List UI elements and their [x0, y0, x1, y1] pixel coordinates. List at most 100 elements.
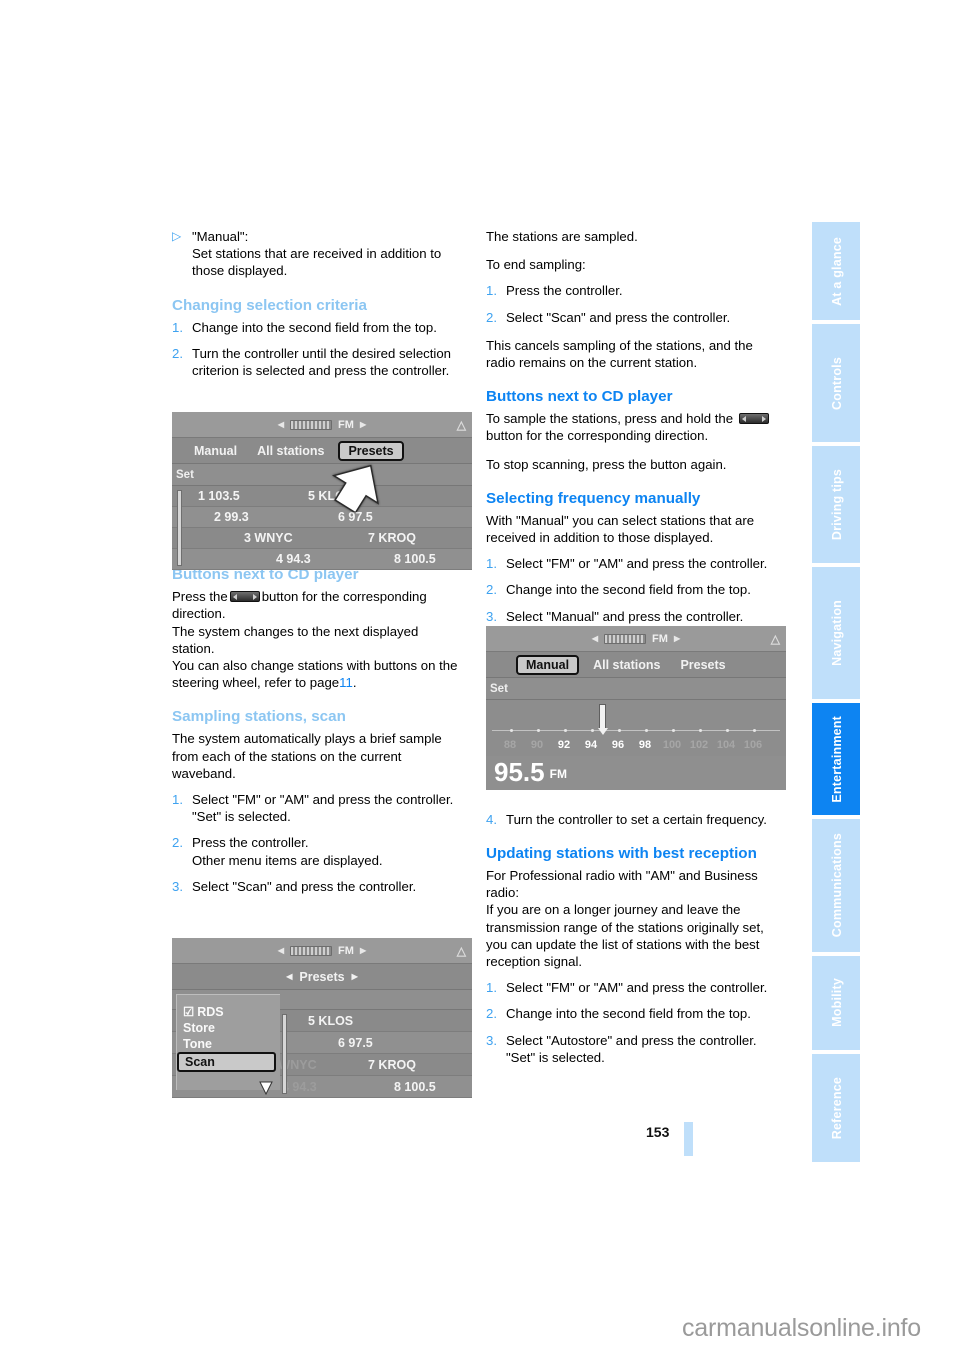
- cancel-sampling-text: This cancels sampling of the stations, a…: [486, 337, 753, 371]
- scale-tick: [537, 729, 540, 732]
- prev-arrow-icon[interactable]: ◀: [278, 420, 284, 429]
- stations-sampled-line: The stations are sampled.: [486, 229, 638, 244]
- radio-status-bar: ◀ FM ▶ △: [172, 938, 472, 964]
- context-menu-popup: ☑ RDS Store Tone Scan: [176, 994, 280, 1096]
- set-label: Set: [490, 682, 508, 695]
- menu-item-presets[interactable]: Presets: [670, 658, 735, 672]
- tab-label: Driving tips: [830, 468, 844, 540]
- page-reference-link[interactable]: 11: [339, 675, 353, 690]
- step-text-group: Press the controller. Other menu items a…: [192, 834, 460, 868]
- manual-page: At a glance Controls Driving tips Naviga…: [0, 0, 960, 1358]
- table-row[interactable]: 1 103.5 5 KLOS: [172, 486, 472, 507]
- prev-arrow-icon[interactable]: ◀: [278, 946, 284, 955]
- list-item: 1. Press the controller.: [486, 282, 774, 299]
- tab-controls[interactable]: Controls: [812, 324, 860, 442]
- radio-screen: ◀ FM ▶ △ Manual All stations Presets Set…: [172, 412, 472, 570]
- band-label: FM: [338, 418, 354, 431]
- radio-screen: ◀ FM ▶ △ Manual All stations Presets Set: [486, 626, 786, 790]
- tab-driving-tips[interactable]: Driving tips: [812, 445, 860, 564]
- step-subtext: Other menu items are displayed.: [192, 852, 383, 868]
- tuning-needle-icon: [597, 704, 608, 735]
- figure-radio-presets-screen: ◀ FM ▶ △ Manual All stations Presets Set…: [172, 412, 472, 570]
- preset-left: 4 94.3: [276, 552, 311, 566]
- next-arrow-icon[interactable]: ▶: [352, 972, 358, 981]
- right-buttons-text-c: To stop scanning, press the button again…: [486, 456, 727, 472]
- menu-item-presets[interactable]: Presets: [338, 440, 404, 461]
- scrollbar[interactable]: [177, 490, 182, 566]
- step-text: Press the controller.: [192, 835, 309, 851]
- step-text: Select "Autostore" and press the control…: [506, 1032, 757, 1048]
- heading-buttons-next-to-cd-player-right: Buttons next to CD player: [486, 388, 673, 406]
- buttons-steering-wheel-paragraph: You can also change stations with button…: [172, 657, 460, 691]
- menu-item-scan[interactable]: Scan: [177, 1052, 276, 1072]
- scale-tick: [645, 729, 648, 732]
- table-row[interactable]: 3 WNYC 7 KROQ: [172, 528, 472, 549]
- scale-label: 100: [662, 739, 682, 751]
- home-icon[interactable]: △: [457, 944, 466, 958]
- list-item: 1. Select "FM" or "AM" and press the con…: [172, 791, 460, 825]
- bullet-triangle-icon: ▷: [172, 229, 182, 243]
- menu-item-all-stations[interactable]: All stations: [247, 444, 334, 458]
- list-item: 1. Change into the second field from the…: [172, 319, 460, 336]
- scale-tick: [699, 729, 702, 732]
- scale-tick: [564, 729, 567, 732]
- tab-label: Mobility: [830, 978, 844, 1028]
- tab-navigation[interactable]: Navigation: [812, 567, 860, 700]
- right-buttons-paragraph: To sample the stations, press and hold t…: [486, 410, 774, 444]
- prev-arrow-icon[interactable]: ◀: [286, 972, 292, 981]
- list-item: 1. Select "FM" or "AM" and press the con…: [486, 979, 774, 996]
- rocker-button-icon: [229, 591, 260, 603]
- next-arrow-icon[interactable]: ▶: [360, 946, 366, 955]
- step-number: 1.: [172, 792, 183, 808]
- bullet-manual-text: "Manual": Set stations that are received…: [192, 228, 460, 280]
- list-item: 3. Select "Autostore" and press the cont…: [486, 1032, 774, 1066]
- step-number: 1.: [172, 319, 183, 335]
- scale-label: 96: [611, 739, 625, 751]
- scale-tick: [726, 729, 729, 732]
- step-text: Select "Scan" and press the controller.: [506, 309, 731, 325]
- list-item: 2. Change into the second field from the…: [486, 1005, 774, 1022]
- radio-status-bar: ◀ FM ▶ △: [172, 412, 472, 438]
- tab-reference[interactable]: Reference: [812, 1054, 860, 1163]
- bullet-manual-line2: Set stations that are received in additi…: [192, 246, 442, 279]
- tab-entertainment[interactable]: Entertainment: [812, 703, 860, 816]
- radio-menu-bar: Manual All stations Presets: [486, 652, 786, 678]
- heading-changing-selection-criteria: Changing selection criteria: [172, 296, 367, 314]
- scale-tick: [510, 729, 513, 732]
- bullet-manual: ▷ "Manual": Set stations that are receiv…: [172, 228, 460, 280]
- menu-item-rds[interactable]: ☑ RDS: [177, 1003, 280, 1020]
- menu-item-all-stations[interactable]: All stations: [583, 658, 670, 672]
- preset-list: 1 103.5 5 KLOS 2 99.3 6 97.5 3 WNYC 7 KR…: [172, 486, 472, 570]
- menu-item-manual[interactable]: Manual: [184, 444, 247, 458]
- preset-left: 3 WNYC: [244, 531, 293, 545]
- menu-item-label: RDS: [197, 1005, 224, 1019]
- table-row[interactable]: 2 99.3 6 97.5: [172, 507, 472, 528]
- preset-right: 6 97.5: [338, 1035, 373, 1050]
- page-marker-bar: [684, 1122, 693, 1156]
- home-icon[interactable]: △: [771, 632, 780, 646]
- scrollbar[interactable]: [282, 1014, 287, 1094]
- prev-arrow-icon[interactable]: ◀: [592, 634, 598, 643]
- chevron-down-icon: [259, 1081, 273, 1096]
- scale-tick: [753, 729, 756, 732]
- next-arrow-icon[interactable]: ▶: [674, 634, 680, 643]
- tab-at-a-glance[interactable]: At a glance: [812, 222, 860, 321]
- table-row[interactable]: 4 94.3 8 100.5: [172, 549, 472, 570]
- tab-mobility[interactable]: Mobility: [812, 955, 860, 1051]
- menu-item-store[interactable]: Store: [177, 1020, 280, 1036]
- tab-communications[interactable]: Communications: [812, 819, 860, 952]
- step-number: 1.: [486, 980, 497, 996]
- home-icon[interactable]: △: [457, 418, 466, 432]
- preset-left: 1 103.5: [198, 489, 240, 503]
- step-text: Press the controller.: [506, 283, 623, 299]
- step-number: 4.: [486, 811, 497, 827]
- step-text: Select "FM" or "AM" and press the contro…: [506, 556, 768, 572]
- menu-item-tone[interactable]: Tone: [177, 1036, 280, 1052]
- bullet-manual-line1: "Manual":: [192, 229, 249, 244]
- step-number: 3.: [486, 608, 497, 624]
- buttons-text-e: .: [352, 675, 357, 691]
- set-label: Set: [176, 468, 194, 481]
- step-text: Select "Manual" and press the controller…: [506, 608, 744, 624]
- next-arrow-icon[interactable]: ▶: [360, 420, 366, 429]
- menu-item-manual[interactable]: Manual: [516, 654, 580, 675]
